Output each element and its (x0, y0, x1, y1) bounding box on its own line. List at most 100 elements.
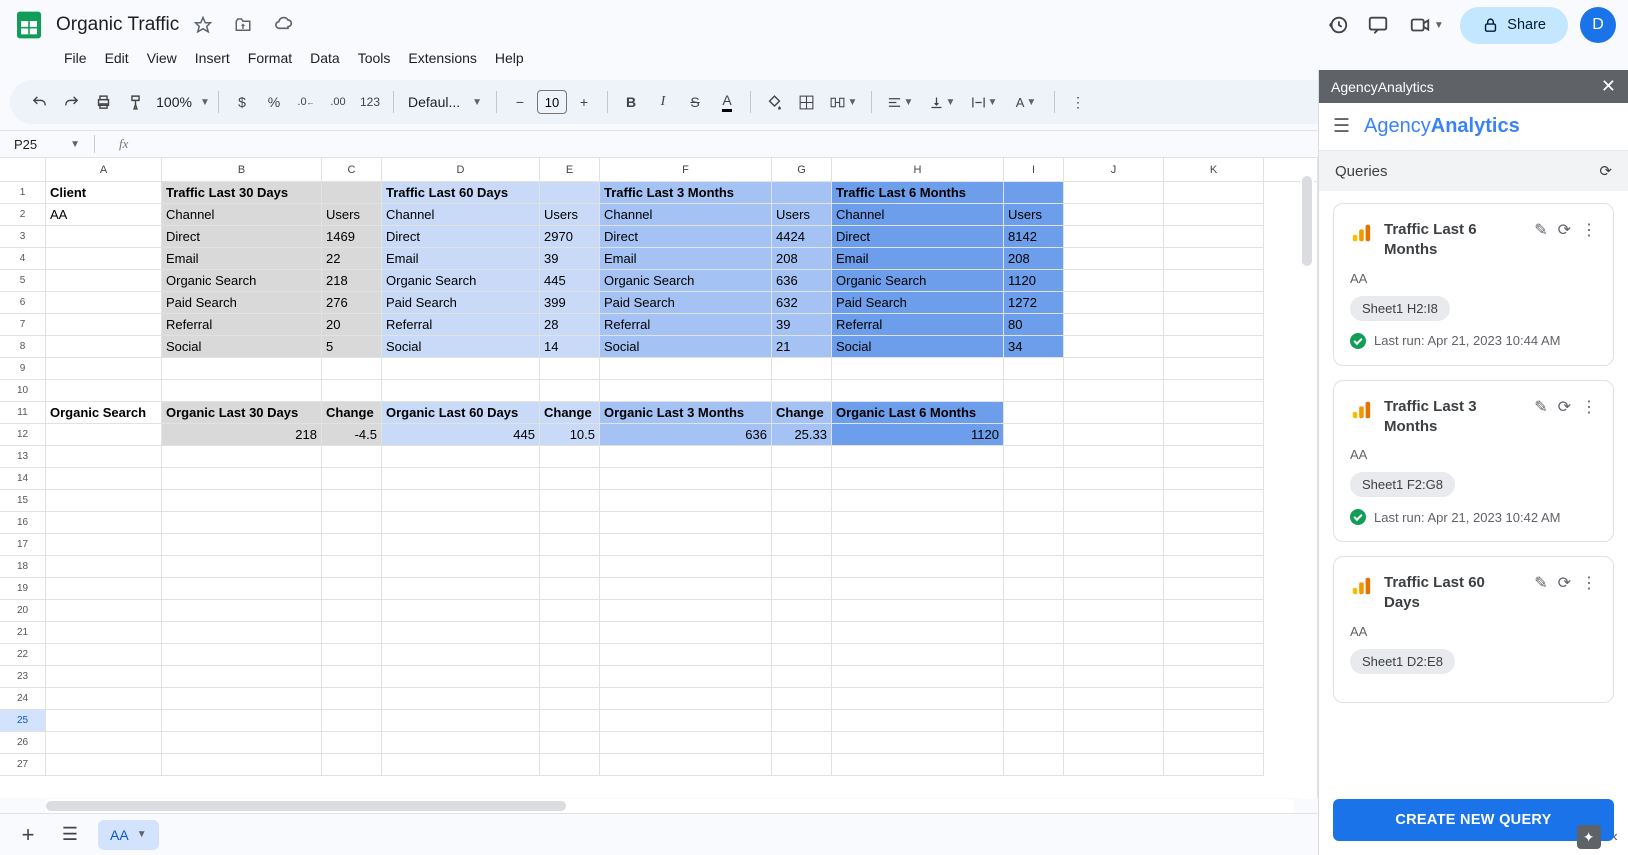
cell[interactable]: Client (46, 182, 162, 204)
cell[interactable] (1164, 600, 1264, 622)
undo-button[interactable] (24, 87, 54, 117)
cell[interactable] (832, 600, 1004, 622)
cell[interactable] (1164, 446, 1264, 468)
col-header[interactable]: F (600, 158, 772, 181)
cell[interactable] (540, 710, 600, 732)
row-header[interactable]: 13 (0, 446, 46, 468)
cell[interactable] (1064, 710, 1164, 732)
cell[interactable] (540, 732, 600, 754)
merge-button[interactable]: ▼ (823, 87, 863, 117)
cell[interactable] (1064, 424, 1164, 446)
v-align-button[interactable]: ▼ (922, 87, 962, 117)
cell[interactable] (382, 732, 540, 754)
cell[interactable] (1064, 204, 1164, 226)
cell[interactable] (1004, 380, 1064, 402)
more-icon[interactable]: ⋮ (1581, 220, 1597, 240)
cell[interactable]: 4424 (772, 226, 832, 248)
decrease-font-button[interactable]: − (505, 87, 535, 117)
cell[interactable] (162, 556, 322, 578)
cell[interactable]: 218 (162, 424, 322, 446)
cell[interactable] (772, 446, 832, 468)
cell[interactable] (1064, 314, 1164, 336)
cell[interactable] (46, 600, 162, 622)
row-header[interactable]: 18 (0, 556, 46, 578)
cell[interactable] (46, 226, 162, 248)
cell[interactable] (382, 490, 540, 512)
cell[interactable] (772, 688, 832, 710)
cell[interactable] (1164, 490, 1264, 512)
cell[interactable]: 5 (322, 336, 382, 358)
cell[interactable]: Paid Search (162, 292, 322, 314)
cell[interactable]: 21 (772, 336, 832, 358)
menu-view[interactable]: View (139, 46, 185, 70)
cell[interactable] (1164, 556, 1264, 578)
cell[interactable] (600, 732, 772, 754)
menu-file[interactable]: File (56, 46, 95, 70)
cell[interactable] (46, 248, 162, 270)
cell[interactable]: Direct (832, 226, 1004, 248)
cell[interactable]: Email (162, 248, 322, 270)
cell[interactable] (322, 182, 382, 204)
cell[interactable] (600, 446, 772, 468)
cell[interactable]: 1120 (1004, 270, 1064, 292)
cell[interactable] (600, 468, 772, 490)
edit-icon[interactable]: ✎ (1534, 397, 1547, 417)
cell[interactable]: 39 (772, 314, 832, 336)
cell[interactable] (832, 754, 1004, 776)
cell[interactable] (322, 732, 382, 754)
cell[interactable]: Organic Search (382, 270, 540, 292)
cell[interactable]: -4.5 (322, 424, 382, 446)
row-header[interactable]: 8 (0, 336, 46, 358)
cell[interactable]: 636 (772, 270, 832, 292)
cell[interactable] (1164, 710, 1264, 732)
cell[interactable] (772, 578, 832, 600)
col-header[interactable]: E (540, 158, 600, 181)
row-header[interactable]: 16 (0, 512, 46, 534)
cell[interactable] (1004, 710, 1064, 732)
cell[interactable] (1004, 754, 1064, 776)
cell[interactable] (832, 710, 1004, 732)
cell[interactable] (1064, 512, 1164, 534)
cell[interactable]: Traffic Last 30 Days (162, 182, 322, 204)
row-header[interactable]: 4 (0, 248, 46, 270)
cell[interactable] (1064, 754, 1164, 776)
cell[interactable] (832, 644, 1004, 666)
edit-icon[interactable]: ✎ (1534, 220, 1547, 240)
cell[interactable] (772, 556, 832, 578)
font-select[interactable]: Defaul...▼ (402, 87, 488, 117)
cell[interactable]: 218 (322, 270, 382, 292)
cell[interactable] (162, 446, 322, 468)
currency-button[interactable]: $ (227, 87, 257, 117)
cell[interactable] (1004, 600, 1064, 622)
cell[interactable] (540, 556, 600, 578)
hamburger-icon[interactable]: ☰ (1333, 115, 1350, 138)
cell[interactable] (162, 534, 322, 556)
cell[interactable] (600, 512, 772, 534)
col-header[interactable]: G (772, 158, 832, 181)
cell[interactable]: 14 (540, 336, 600, 358)
cell[interactable] (46, 292, 162, 314)
cell[interactable] (540, 666, 600, 688)
cell[interactable] (382, 666, 540, 688)
cell[interactable] (382, 468, 540, 490)
cell[interactable] (1064, 534, 1164, 556)
cell[interactable] (1004, 446, 1064, 468)
cell[interactable] (1004, 424, 1064, 446)
cell[interactable] (46, 622, 162, 644)
cell[interactable]: Traffic Last 3 Months (600, 182, 772, 204)
cell[interactable] (382, 688, 540, 710)
cell[interactable] (46, 534, 162, 556)
cell[interactable] (540, 534, 600, 556)
cell[interactable] (1004, 666, 1064, 688)
cell[interactable]: 445 (540, 270, 600, 292)
cell[interactable] (1004, 556, 1064, 578)
cell[interactable]: 208 (772, 248, 832, 270)
cell[interactable]: Change (322, 402, 382, 424)
cell[interactable]: Referral (162, 314, 322, 336)
italic-button[interactable]: I (648, 87, 678, 117)
cell[interactable] (600, 556, 772, 578)
cell[interactable] (832, 446, 1004, 468)
cell[interactable] (1164, 512, 1264, 534)
cell[interactable] (1064, 402, 1164, 424)
cell[interactable]: Direct (162, 226, 322, 248)
